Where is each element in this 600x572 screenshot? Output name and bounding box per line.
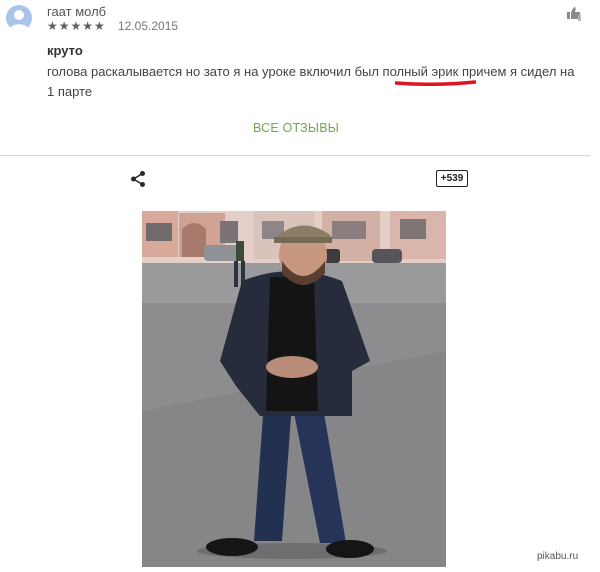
all-reviews-link[interactable]: ВСЕ ОТЗЫВЫ xyxy=(0,121,592,135)
plus-one-button[interactable]: +539 xyxy=(436,170,468,187)
person-icon xyxy=(9,10,29,31)
watermark: pikabu.ru xyxy=(537,551,579,562)
attached-photo xyxy=(142,211,446,567)
star-rating: ★★★★★ xyxy=(47,19,106,33)
reviewer-name: гаат молб xyxy=(47,4,107,19)
review-date: 12.05.2015 xyxy=(118,19,179,33)
share-icon[interactable] xyxy=(129,170,147,188)
red-underline-annotation xyxy=(395,80,476,86)
thumbs-up-down-icon[interactable] xyxy=(566,6,584,22)
avatar xyxy=(6,5,32,31)
divider xyxy=(0,155,590,156)
review-text: голова раскалывается но зато я на уроке … xyxy=(47,64,575,99)
review-title: круто xyxy=(47,43,83,58)
